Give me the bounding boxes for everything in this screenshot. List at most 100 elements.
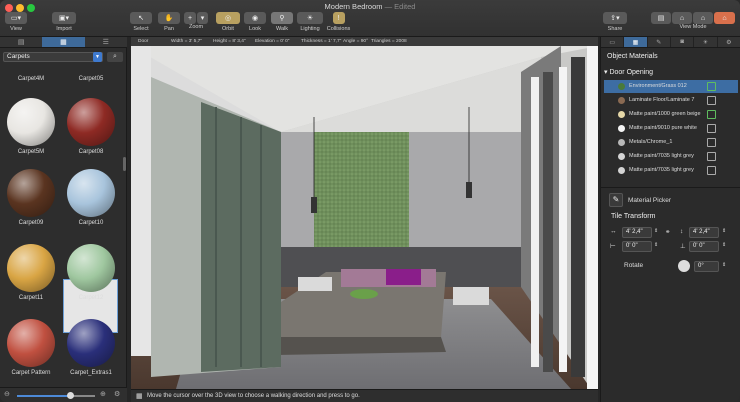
material-name: Laminate Floor/Laminate 7: [629, 97, 695, 103]
share-icon: ⇪▾: [603, 12, 627, 24]
material-label: Carpet_Extras1: [70, 370, 112, 376]
slider-knob[interactable]: [67, 392, 74, 399]
material-row[interactable]: Laminate Floor/Laminate 7: [604, 94, 738, 107]
list-item[interactable]: Carpet_Extras1: [62, 319, 120, 376]
material-swatch: [67, 98, 115, 146]
list-item[interactable]: Carpet08: [62, 98, 120, 155]
material-row[interactable]: Matte paint/7035 light grey: [604, 164, 738, 177]
offset-x-field[interactable]: 0' 0": [622, 241, 652, 252]
thumbnail-size-slider[interactable]: [17, 392, 95, 399]
tab-camera[interactable]: ◙: [671, 37, 695, 47]
hand-icon: ✋: [158, 12, 180, 24]
tab-edit[interactable]: ✎: [648, 37, 671, 47]
offset-y-field[interactable]: 0' 0": [689, 241, 719, 252]
orbit-label: Orbit: [222, 26, 234, 32]
edited-indicator: — Edited: [384, 2, 416, 11]
material-name: Metals/Chrome_1: [629, 139, 673, 145]
tab-materials[interactable]: ▦: [624, 37, 648, 47]
tile-width-field[interactable]: 4' 2,4": [622, 227, 652, 238]
material-label: Carpet5M: [17, 149, 45, 155]
category-select[interactable]: Carpets ▼: [3, 52, 103, 62]
material-row[interactable]: Matte paint/1000 green beige: [604, 108, 738, 121]
cursor-icon: ↖: [130, 12, 152, 24]
3d-view-icon[interactable]: ⌂: [693, 12, 713, 24]
tab-settings[interactable]: ⚙: [718, 37, 740, 47]
texture-icon[interactable]: [707, 96, 716, 105]
stepper-icon[interactable]: ⇕: [654, 242, 658, 248]
zoom-tool-button[interactable]: + ▾ Zoom: [184, 12, 208, 30]
material-picker-label: Material Picker: [628, 197, 671, 204]
object-height: Height = 8' 3,4": [213, 39, 246, 44]
tab-object[interactable]: ▭: [601, 37, 625, 47]
link-icon[interactable]: ⚭: [665, 228, 670, 236]
share-button[interactable]: ⇪▾ Share: [603, 12, 627, 32]
texture-icon[interactable]: [707, 152, 716, 161]
material-swatch: [67, 169, 115, 217]
split-view-icon[interactable]: ⌂: [672, 12, 692, 24]
material-thumbnail: [618, 125, 625, 132]
look-tool-button[interactable]: ◉ Look: [244, 12, 266, 32]
material-row[interactable]: Environment/Grass 012: [604, 80, 738, 93]
pan-tool-button[interactable]: ✋ Pan: [158, 12, 180, 32]
texture-icon[interactable]: [707, 110, 716, 119]
tab-light[interactable]: ☀: [694, 37, 718, 47]
view-button[interactable]: ▭▾ View: [5, 12, 27, 32]
list-item[interactable]: Carpet5M: [2, 98, 60, 155]
list-item[interactable]: Carpet09: [2, 169, 60, 226]
list-item[interactable]: Carpet10: [62, 169, 120, 226]
material-row[interactable]: Matte paint/7035 light grey: [604, 150, 738, 163]
list-item[interactable]: Carpet4M: [2, 76, 60, 82]
status-message: Move the cursor over the 3D view to choo…: [147, 393, 360, 399]
list-item[interactable]: Carpet05: [62, 76, 120, 82]
library-scrollbar[interactable]: [123, 157, 126, 171]
material-label: Carpet05: [78, 76, 104, 82]
texture-icon[interactable]: [707, 124, 716, 133]
material-row[interactable]: Metals/Chrome_1: [604, 136, 738, 149]
stepper-icon[interactable]: ⇕: [722, 262, 726, 268]
list-item[interactable]: Carpet12: [62, 244, 120, 301]
gear-icon[interactable]: ⚙: [114, 390, 120, 398]
select-tool-button[interactable]: ↖ Select: [130, 12, 152, 32]
view-mode-segments: ▤ ⌂ ⌂ ⌂: [651, 12, 735, 24]
material-row[interactable]: Matte paint/9010 pure white: [604, 122, 738, 135]
render-view-icon[interactable]: ⌂: [714, 12, 735, 24]
tab-catalog[interactable]: ▤: [0, 37, 42, 47]
zoom-in-icon[interactable]: +: [184, 12, 196, 24]
stepper-icon[interactable]: ⇕: [654, 228, 658, 234]
object-thickness: Thickness = 1' 7,7": [301, 39, 342, 44]
zoom-out-icon[interactable]: ⊖: [4, 390, 10, 398]
texture-icon[interactable]: [707, 138, 716, 147]
walk-hint-icon: ▦: [136, 393, 143, 400]
object-info-bar: Door Width = 3' 5,7" Height = 8' 3,4" El…: [131, 37, 598, 46]
list-item[interactable]: Carpet11: [2, 244, 60, 301]
material-label: Carpet4M: [17, 76, 45, 82]
search-button[interactable]: ⌕: [107, 52, 123, 62]
eyedropper-icon[interactable]: ✎: [609, 193, 623, 207]
zoom-menu-icon[interactable]: ▾: [197, 12, 208, 24]
material-grid: Carpet4M Carpet05 Carpet5M Carpet08 Carp…: [0, 74, 122, 402]
walk-label: Walk: [275, 26, 289, 32]
lighting-button[interactable]: ☀ Lighting: [297, 12, 323, 32]
stepper-icon[interactable]: ⇕: [722, 242, 726, 248]
import-icon: ▣▾: [52, 12, 76, 24]
texture-icon[interactable]: [707, 166, 716, 175]
plan-view-icon[interactable]: ▤: [651, 12, 671, 24]
tile-height-field[interactable]: 4' 2,4": [689, 227, 719, 238]
inspector-panel: ▭ ▦ ✎ ◙ ☀ ⚙ Object Materials ▾ Door Open…: [600, 37, 740, 402]
rotate-field[interactable]: 0°: [694, 261, 719, 272]
tab-materials[interactable]: ▦: [42, 37, 85, 47]
list-item[interactable]: Carpet Pattern: [2, 319, 60, 376]
lighting-label: Lighting: [300, 26, 320, 32]
rotate-dial[interactable]: [678, 260, 690, 272]
stepper-icon[interactable]: ⇕: [722, 228, 726, 234]
collisions-button[interactable]: ! Collisions: [325, 12, 352, 32]
texture-icon[interactable]: [707, 82, 716, 91]
library-panel: ▤ ▦ ☰ Carpets ▼ ⌕ Carpet4M Carpet05 Carp…: [0, 37, 127, 402]
tab-list[interactable]: ☰: [85, 37, 127, 47]
material-group-header[interactable]: ▾ Door Opening: [604, 68, 653, 76]
orbit-tool-button[interactable]: ◎ Orbit: [216, 12, 240, 32]
import-button[interactable]: ▣▾ Import: [52, 12, 76, 32]
3d-view[interactable]: [131, 37, 598, 389]
walk-tool-button[interactable]: ⚲ Walk: [271, 12, 293, 32]
zoom-in-icon[interactable]: ⊕: [100, 390, 106, 398]
